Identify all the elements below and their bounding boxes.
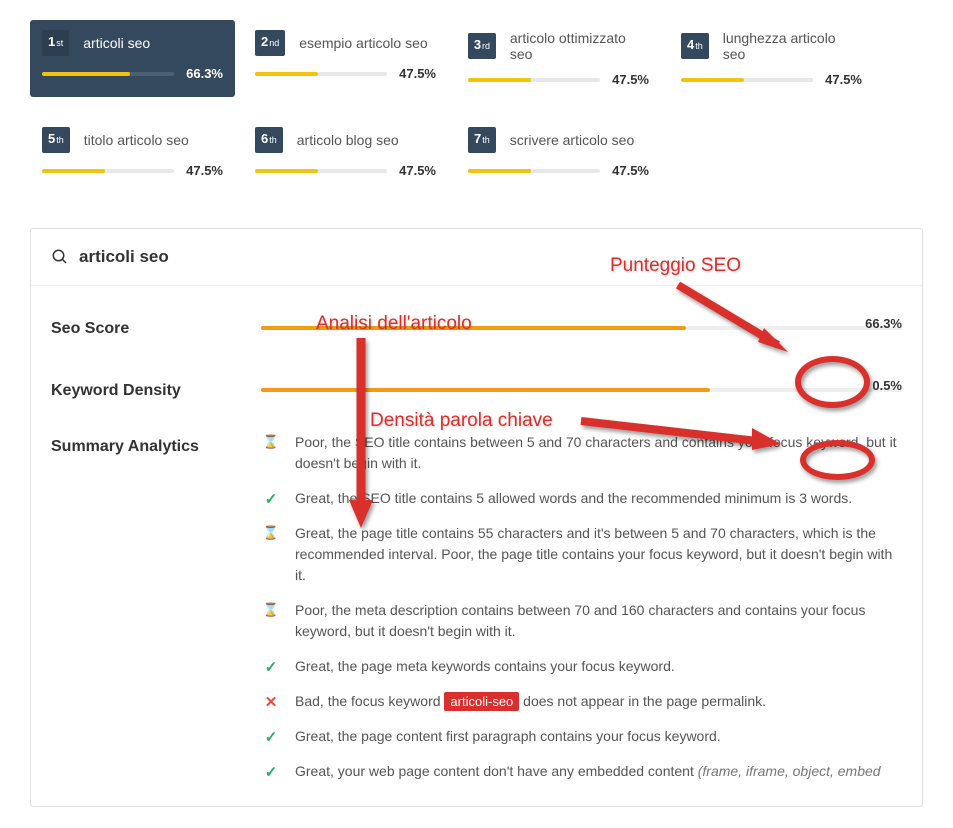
rank-badge: 6th: [255, 127, 283, 153]
rank-badge: 4th: [681, 33, 709, 59]
summary-analytics-label: Summary Analytics: [51, 432, 261, 796]
summary-text: Great, your web page content don't have …: [295, 761, 881, 782]
seo-score-row: Seo Score 66.3%: [31, 286, 922, 348]
summary-text: Great, the SEO title contains 5 allowed …: [295, 488, 852, 509]
keyword-label: articolo blog seo: [297, 132, 399, 148]
analysis-panel: articoli seo Seo Score 66.3% Keyword Den…: [30, 228, 923, 807]
keyword-progress-bar: [42, 72, 174, 76]
keyword-progress-bar: [468, 169, 600, 173]
summary-item: ✓ Great, the SEO title contains 5 allowed…: [261, 488, 902, 509]
search-icon: [51, 248, 69, 266]
focus-keyword-badge: articoli-seo: [444, 692, 519, 711]
keyword-percent: 47.5%: [612, 163, 649, 178]
summary-item: ⌛ Poor, the SEO title contains between 5 …: [261, 432, 902, 474]
keyword-card[interactable]: 6th articolo blog seo47.5%: [243, 117, 448, 188]
summary-row: Summary Analytics ⌛ Poor, the SEO title c…: [31, 410, 922, 806]
keyword-percent: 47.5%: [186, 163, 223, 178]
keyword-percent: 47.5%: [399, 66, 436, 81]
keyword-density-row: Keyword Density 0.5%: [31, 348, 922, 410]
check-icon: ✓: [261, 658, 281, 676]
check-icon: ✓: [261, 763, 281, 781]
keyword-progress-bar: [468, 78, 600, 82]
hourglass-icon: ⌛: [261, 434, 281, 450]
hourglass-icon: ⌛: [261, 602, 281, 618]
cross-icon: ✕: [261, 693, 281, 711]
summary-text: Great, the page content first paragraph …: [295, 726, 721, 747]
summary-item: ⌛ Great, the page title contains 55 chara…: [261, 523, 902, 586]
summary-item: ✓ Great, your web page content don't have…: [261, 761, 902, 782]
keyword-density-label: Keyword Density: [51, 376, 261, 400]
rank-badge: 5th: [42, 127, 70, 153]
keyword-percent: 47.5%: [612, 72, 649, 87]
keyword-progress-bar: [255, 72, 387, 76]
keyword-label: articoli seo: [83, 35, 150, 51]
keyword-card[interactable]: 2nd esempio articolo seo 47.5%: [243, 20, 448, 97]
check-icon: ✓: [261, 728, 281, 746]
hourglass-icon: ⌛: [261, 525, 281, 541]
seo-score-label: Seo Score: [51, 314, 261, 338]
rank-badge: 7th: [468, 127, 496, 153]
keyword-card[interactable]: 3rd articolo ottimizzato seo 47.5%: [456, 20, 661, 97]
summary-text: Bad, the focus keyword articoli-seo does…: [295, 691, 766, 712]
keyword-density-value: 0.5%: [872, 378, 902, 393]
summary-item: ✓ Great, the page content first paragraph…: [261, 726, 902, 747]
rank-badge: 1st: [42, 30, 69, 56]
analysis-keyword-title: articoli seo: [79, 247, 169, 267]
keyword-percent: 66.3%: [186, 66, 223, 81]
keyword-density-bar: [261, 388, 902, 392]
keyword-percent: 47.5%: [399, 163, 436, 178]
keyword-card[interactable]: 5th titolo articolo seo 47.5%: [30, 117, 235, 188]
summary-text: Poor, the meta description contains betw…: [295, 600, 902, 642]
summary-item: ✓ Great, the page meta keywords contains …: [261, 656, 902, 677]
keyword-label: titolo articolo seo: [84, 132, 189, 148]
keyword-card[interactable]: 1st articoli seo 66.3%: [30, 20, 235, 97]
keyword-progress-bar: [255, 169, 387, 173]
keyword-percent: 47.5%: [825, 72, 862, 87]
keyword-card[interactable]: 4th lunghezza articolo seo 47.5%: [669, 20, 874, 97]
keyword-progress-bar: [681, 78, 813, 82]
summary-text: Great, the page meta keywords contains y…: [295, 656, 675, 677]
seo-score-value: 66.3%: [865, 316, 902, 331]
keyword-label: articolo ottimizzato seo: [510, 30, 649, 62]
keyword-label: esempio articolo seo: [299, 35, 427, 51]
summary-item: ⌛ Poor, the meta description contains bet…: [261, 600, 902, 642]
summary-text: Poor, the SEO title contains between 5 a…: [295, 432, 902, 474]
summary-text: Great, the page title contains 55 charac…: [295, 523, 902, 586]
keyword-label: lunghezza articolo seo: [723, 30, 862, 62]
check-icon: ✓: [261, 490, 281, 508]
keyword-card[interactable]: 7th scrivere articolo seo 47.5%: [456, 117, 661, 188]
summary-item: ✕ Bad, the focus keyword articoli-seo doe…: [261, 691, 902, 712]
analysis-header: articoli seo: [31, 229, 922, 286]
rank-badge: 2nd: [255, 30, 285, 56]
keyword-label: scrivere articolo seo: [510, 132, 635, 148]
keyword-progress-bar: [42, 169, 174, 173]
seo-score-bar: [261, 326, 902, 330]
rank-badge: 3rd: [468, 33, 496, 59]
